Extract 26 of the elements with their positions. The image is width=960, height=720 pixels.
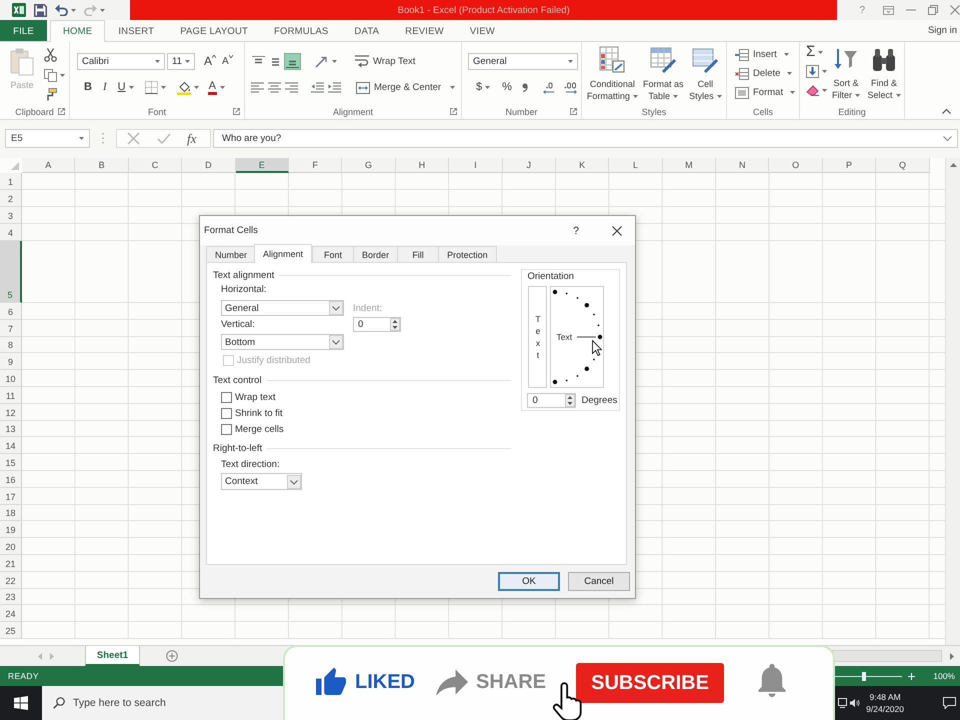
checkbox-label: Justify distributed (237, 354, 310, 366)
group-label: Number (505, 106, 538, 116)
section-heading: Text alignment (213, 270, 274, 280)
field-label: Vertical: (221, 319, 255, 331)
dial-text-sample: Text (556, 331, 572, 343)
section-heading: Text control (213, 374, 262, 386)
group-label: Alignment (332, 106, 374, 116)
field-label: Horizontal: (221, 284, 266, 296)
search-placeholder: Type here to search (73, 697, 166, 709)
checkbox-label: Wrap text (235, 392, 276, 402)
group-label: Styles (642, 106, 666, 116)
group-label: Editing (838, 106, 866, 116)
section-heading: Orientation (527, 271, 574, 283)
vertical-text-sample: Text (535, 313, 541, 361)
status-text: READY (8, 671, 39, 681)
field-label: Indent: (353, 303, 382, 315)
field-label: Text direction: (221, 459, 280, 471)
checkbox-label: Merge cells (235, 424, 284, 434)
dialog-title: Format Cells (204, 225, 258, 236)
group-label: Cells (752, 106, 773, 116)
section-heading: Right-to-left (213, 442, 262, 454)
field-label: Degrees (581, 395, 618, 406)
group-label: Clipboard (15, 106, 54, 116)
window-title: Book1 - Excel (Product Activation Failed) (398, 4, 570, 16)
checkbox-label: Shrink to fit (235, 408, 283, 418)
group-label: Font (148, 106, 166, 116)
